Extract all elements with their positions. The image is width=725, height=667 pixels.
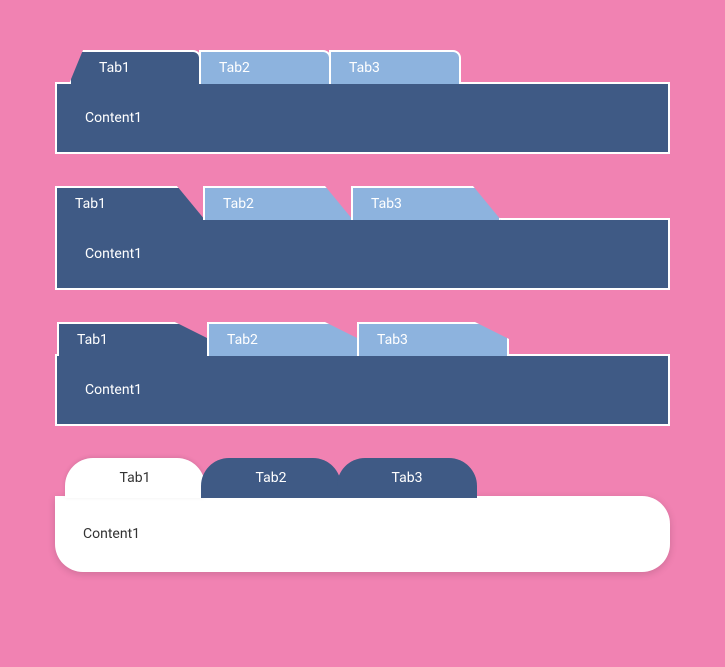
tab-1[interactable]: Tab1 [65,458,205,498]
tab-2[interactable]: Tab2 [203,186,353,220]
tab-3[interactable]: Tab3 [329,50,461,84]
tab-row: Tab1 Tab2 Tab3 [65,458,670,498]
tab-row: Tab1 Tab2 Tab3 [69,50,670,84]
tab-widget-slant-right: Tab1 Tab2 Tab3 Content1 [55,186,670,290]
tab-content: Content1 [55,354,670,426]
tab-2[interactable]: Tab2 [201,458,341,498]
tab-2[interactable]: Tab2 [207,322,359,356]
tab-3[interactable]: Tab3 [351,186,501,220]
tab-content: Content1 [55,496,670,572]
tab-1[interactable]: Tab1 [57,322,209,356]
tab-row: Tab1 Tab2 Tab3 [55,186,670,220]
tab-3[interactable]: Tab3 [337,458,477,498]
tab-1[interactable]: Tab1 [55,186,205,220]
tab-3[interactable]: Tab3 [357,322,509,356]
tab-widget-rounded: Tab1 Tab2 Tab3 Content1 [55,458,670,572]
tab-1[interactable]: Tab1 [69,50,201,84]
tab-content: Content1 [55,218,670,290]
tab-content: Content1 [55,82,670,154]
tab-row: Tab1 Tab2 Tab3 [57,322,670,356]
tab-2[interactable]: Tab2 [199,50,331,84]
tab-widget-pentagon: Tab1 Tab2 Tab3 Content1 [55,322,670,426]
tab-widget-slant-left: Tab1 Tab2 Tab3 Content1 [55,50,670,154]
